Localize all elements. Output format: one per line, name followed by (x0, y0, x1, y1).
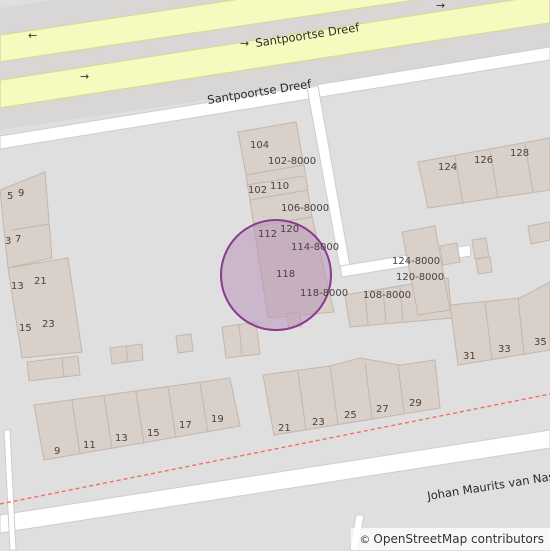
house-number: 5 (7, 191, 13, 202)
house-number: 102 (248, 185, 267, 196)
house-number: 110 (270, 181, 289, 192)
house-number: 124-8000 (392, 256, 440, 267)
house-number: 112 (258, 229, 277, 240)
building-east-small (528, 222, 550, 244)
copyright-symbol: © (359, 533, 370, 546)
oneway-arrow-2: → (436, 0, 445, 12)
house-number: 128 (510, 148, 529, 159)
house-number: 120-8000 (396, 272, 444, 283)
building-small-2 (472, 238, 489, 259)
house-number: 31 (463, 351, 476, 362)
house-number: 21 (34, 276, 47, 287)
house-number: 35 (534, 337, 547, 348)
house-number: 13 (11, 281, 24, 292)
house-number: 21 (278, 423, 291, 434)
house-number: 13 (115, 433, 128, 444)
house-number: 9 (54, 446, 60, 457)
house-number: 108-8000 (363, 290, 411, 301)
house-number: 15 (19, 323, 32, 334)
house-number: 114-8000 (291, 242, 339, 253)
house-number: 3 (5, 236, 11, 247)
oneway-arrow-1: ← (28, 29, 37, 42)
house-number: 118-8000 (300, 288, 348, 299)
house-number: 126 (474, 155, 493, 166)
building-small-1 (440, 243, 460, 265)
attribution: ©OpenStreetMap contributors (351, 528, 550, 550)
house-number: 29 (409, 398, 422, 409)
house-number: 27 (376, 404, 389, 415)
oneway-arrow-4: → (80, 70, 89, 83)
house-number: 19 (211, 414, 224, 425)
building-102 (246, 165, 312, 227)
house-number: 7 (15, 234, 21, 245)
building-west-block-1 (0, 172, 52, 268)
building-shed-4 (222, 322, 260, 358)
house-number: 124 (438, 162, 457, 173)
house-number: 23 (312, 417, 325, 428)
house-number: 118 (276, 269, 295, 280)
house-number: 25 (344, 410, 357, 421)
house-number: 15 (147, 428, 160, 439)
building-small-3 (476, 257, 492, 274)
house-number: 17 (179, 420, 192, 431)
house-number: 102-8000 (268, 156, 316, 167)
house-number: 11 (83, 440, 96, 451)
house-number: 9 (18, 188, 24, 199)
house-number: 23 (42, 319, 55, 330)
oneway-arrow-3: → (240, 37, 249, 50)
map-canvas[interactable]: ← → → → Santpoortse Dreef Santpoortse Dr… (0, 0, 550, 550)
attribution-link[interactable]: OpenStreetMap contributors (373, 532, 544, 546)
house-number: 120 (280, 224, 299, 235)
house-number: 104 (250, 140, 269, 151)
building-shed-3 (176, 334, 193, 353)
house-number: 33 (498, 344, 511, 355)
house-number: 106-8000 (281, 203, 329, 214)
